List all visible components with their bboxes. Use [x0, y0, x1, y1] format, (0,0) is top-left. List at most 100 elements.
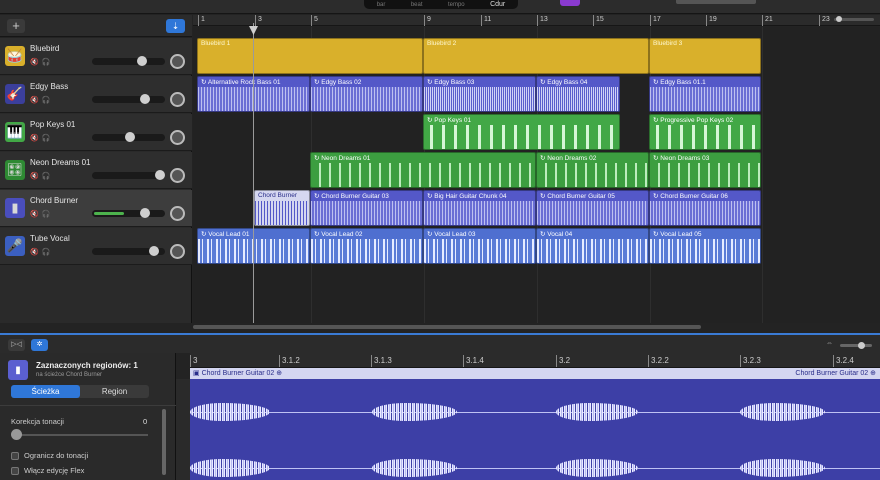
pan-knob[interactable]: [170, 92, 185, 107]
region-label: ↻ Pop Keys 01: [427, 117, 472, 124]
lcd-display[interactable]: bar beat tempo Cdur: [364, 0, 518, 9]
mute-solo-buttons[interactable]: 🔇🎧: [30, 96, 53, 104]
region-chord-4[interactable]: ↻ Chord Burner Guitar 05: [536, 190, 649, 226]
region-vocal-2[interactable]: ↻ Vocal Lead 02: [310, 228, 423, 264]
region-label: ↻ Neon Dreams 01: [314, 155, 371, 162]
region-label: ↻ Vocal Lead 03: [427, 231, 476, 238]
synth-icon: 🎛: [5, 160, 25, 180]
horizontal-scrollbar[interactable]: [193, 325, 701, 329]
flex-edit-checkbox[interactable]: [11, 467, 19, 475]
region-label: ↻ Edgy Bass 04: [540, 79, 588, 86]
region-chord-5[interactable]: ↻ Chord Burner Guitar 06: [649, 190, 761, 226]
region-label: ↻ Neon Dreams 02: [540, 155, 597, 162]
waveform: [424, 239, 535, 263]
pan-knob[interactable]: [170, 54, 185, 69]
region-bass-3[interactable]: ↻ Edgy Bass 03: [423, 76, 536, 112]
region-chord-2[interactable]: ↻ Chord Burner Guitar 03: [310, 190, 423, 226]
pan-knob[interactable]: [170, 168, 185, 183]
track-volume-slider[interactable]: [92, 208, 165, 218]
region-neon-3[interactable]: ↻ Neon Dreams 03: [649, 152, 761, 188]
editor-ruler-tick: 3.2.3: [740, 355, 761, 367]
filter-icon[interactable]: ⇣: [166, 19, 185, 33]
region-bluebird-1[interactable]: Bluebird 1: [197, 38, 423, 74]
region-neon-2[interactable]: ↻ Neon Dreams 02: [536, 152, 649, 188]
master-volume-slider[interactable]: [676, 0, 756, 4]
mute-solo-buttons[interactable]: 🔇🎧: [30, 172, 53, 180]
region-neon-1[interactable]: ↻ Neon Dreams 01: [310, 152, 536, 188]
flex-icon[interactable]: ✲: [31, 339, 48, 351]
region-bass-4[interactable]: ↻ Edgy Bass 04: [536, 76, 620, 112]
tab-track[interactable]: Ścieżka: [11, 385, 80, 398]
midi-notes: [650, 163, 760, 187]
editor-zoom-slider[interactable]: [840, 342, 872, 349]
track-header-tube-vocal[interactable]: 🎤 Tube Vocal 🔇🎧: [0, 228, 192, 265]
region-vocal-3[interactable]: ↻ Vocal Lead 03: [423, 228, 536, 264]
track-volume-slider[interactable]: [92, 132, 165, 142]
volume-knob[interactable]: [140, 94, 150, 104]
inspector-toggle-icon[interactable]: ▷◁: [8, 339, 25, 351]
playhead[interactable]: [253, 23, 254, 323]
pan-knob[interactable]: [170, 244, 185, 259]
track-header-chord-burner[interactable]: ▮ Chord Burner 🔇🎧: [0, 190, 192, 227]
region-bass-2[interactable]: ↻ Edgy Bass 02: [310, 76, 423, 112]
level-meter: [94, 212, 124, 215]
track-name: Tube Vocal: [30, 234, 70, 243]
pitch-slider-knob[interactable]: [11, 429, 22, 440]
pan-knob[interactable]: [170, 130, 185, 145]
volume-knob[interactable]: [125, 132, 135, 142]
tuner-button[interactable]: [560, 0, 580, 6]
region-label: ↻ Edgy Bass 01.1: [653, 79, 706, 86]
limit-to-key-checkbox[interactable]: [11, 452, 19, 460]
region-chord-3[interactable]: ↻ Big Hair Guitar Chunk 04: [423, 190, 536, 226]
track-volume-slider[interactable]: [92, 246, 165, 256]
inspector-scrollbar[interactable]: [162, 409, 166, 475]
region-keys-2[interactable]: ↻ Progressive Pop Keys 02: [649, 114, 761, 150]
mute-solo-buttons[interactable]: 🔇🎧: [30, 210, 53, 218]
track-header-pop-keys[interactable]: 🎹 Pop Keys 01 🔇🎧: [0, 114, 192, 151]
track-volume-slider[interactable]: [92, 56, 165, 66]
region-vocal-4[interactable]: ↻ Vocal 04: [536, 228, 649, 264]
divider: [0, 405, 176, 406]
track-header-bluebird[interactable]: 🥁 Bluebird 🔇🎧: [0, 38, 192, 75]
mute-solo-buttons[interactable]: 🔇🎧: [30, 58, 53, 66]
ruler-bar: 17: [650, 15, 661, 26]
tab-region[interactable]: Region: [80, 385, 149, 398]
editor-region-header[interactable]: ▣ Chord Burner Guitar 02 ⊕ Chord Burner …: [190, 368, 880, 379]
ruler-bar: 23: [819, 15, 830, 26]
track-volume-slider[interactable]: [92, 170, 165, 180]
waveform: [537, 201, 648, 225]
track-volume-slider[interactable]: [92, 94, 165, 104]
volume-knob[interactable]: [140, 208, 150, 218]
ruler-bar: 3: [255, 15, 262, 26]
mute-solo-buttons[interactable]: 🔇🎧: [30, 248, 53, 256]
midi-notes: [537, 163, 648, 187]
editor-ruler-tick: 3.2.2: [648, 355, 669, 367]
track-name: Chord Burner: [30, 196, 79, 205]
pan-knob[interactable]: [170, 206, 185, 221]
volume-knob[interactable]: [155, 170, 165, 180]
waveform: [311, 239, 422, 263]
waveform: [424, 87, 535, 111]
bass-guitar-icon: 🎸: [5, 84, 25, 104]
track-header-edgy-bass[interactable]: 🎸 Edgy Bass 🔇🎧: [0, 76, 192, 113]
region-bass-5[interactable]: ↻ Edgy Bass 01.1: [649, 76, 761, 112]
region-vocal-5[interactable]: ↻ Vocal Lead 05: [649, 228, 761, 264]
editor-ruler[interactable]: 3 3.1.2 3.1.3 3.1.4 3.2 3.2.2 3.2.3 3.2.…: [190, 353, 880, 368]
region-chord-selected[interactable]: Chord Burner: [254, 190, 310, 226]
region-label: ↻ Progressive Pop Keys 02: [653, 117, 734, 124]
timeline-ruler[interactable]: 1 3 5 9 11 13 15 17 19 21 23: [193, 15, 880, 26]
volume-knob[interactable]: [149, 246, 159, 256]
region-keys-1[interactable]: ↻ Pop Keys 01: [423, 114, 620, 150]
add-track-button[interactable]: +: [7, 19, 25, 33]
midi-notes: [424, 125, 619, 149]
track-zoom-slider[interactable]: [834, 16, 874, 22]
region-bluebird-2[interactable]: Bluebird 2: [423, 38, 649, 74]
pitch-correction-slider[interactable]: [14, 434, 148, 436]
grid-line: [762, 27, 763, 323]
tracks-header: + ⇣: [0, 15, 192, 37]
mute-solo-buttons[interactable]: 🔇🎧: [30, 134, 53, 142]
region-bluebird-3[interactable]: Bluebird 3: [649, 38, 761, 74]
drum-icon: 🥁: [5, 46, 25, 66]
track-header-neon-dreams[interactable]: 🎛 Neon Dreams 01 🔇🎧: [0, 152, 192, 189]
volume-knob[interactable]: [137, 56, 147, 66]
